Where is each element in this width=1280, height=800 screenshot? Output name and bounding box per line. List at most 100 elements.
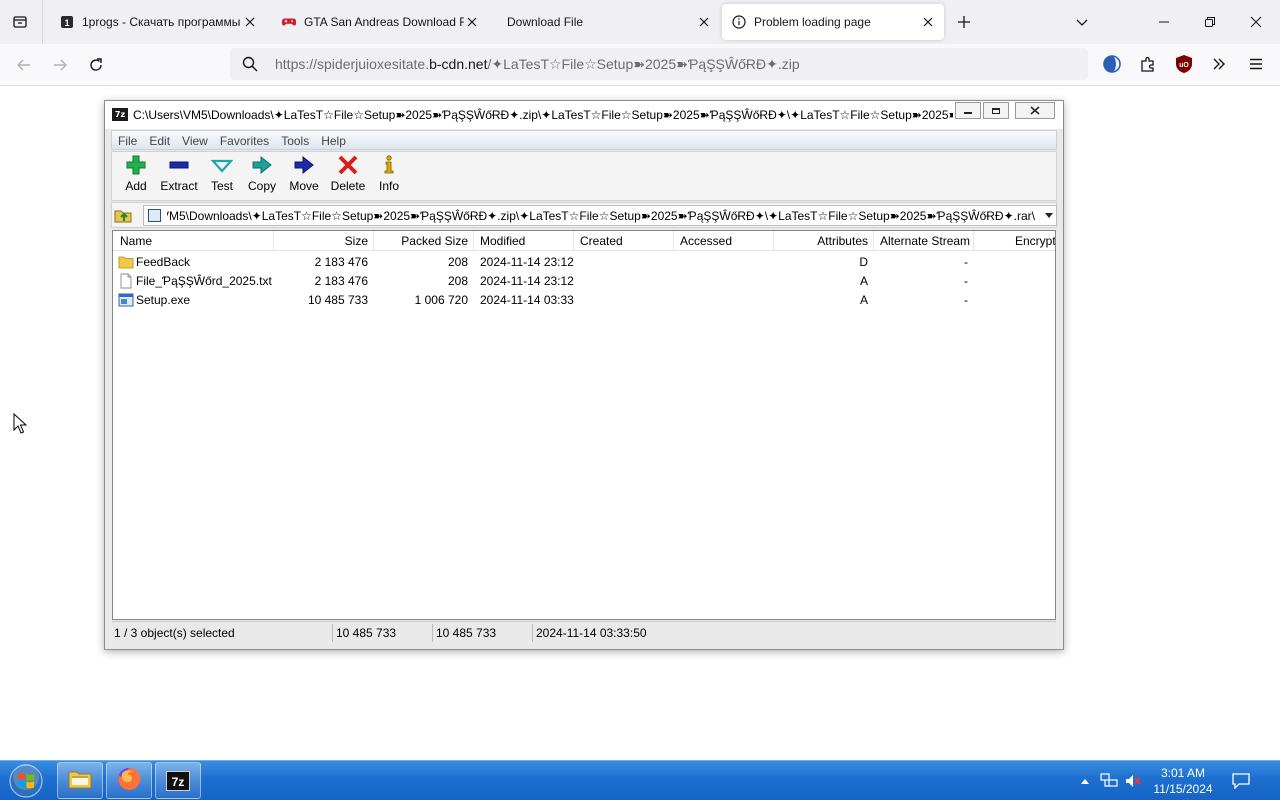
- delete-x-icon: [336, 154, 360, 176]
- url-prefix: https://spiderjuioxesitate.: [275, 56, 430, 72]
- status-modified: 2024-11-14 03:33:50: [536, 626, 647, 640]
- cell-alternate-stream: -: [964, 255, 968, 269]
- gamepad-favicon: [282, 15, 296, 29]
- extensions-puzzle-icon[interactable]: [1134, 50, 1162, 78]
- add-button[interactable]: Add: [118, 154, 154, 200]
- back-arrow-icon[interactable]: [9, 50, 39, 80]
- 7zip-window: 7z C:\Users\VM5\Downloads\✦LaTesT☆File☆S…: [104, 100, 1064, 650]
- menu-bar: File Edit View Favorites Tools Help: [111, 130, 1057, 150]
- close-icon[interactable]: [920, 14, 936, 30]
- menu-view[interactable]: View: [176, 131, 214, 148]
- action-center-icon[interactable]: [1232, 772, 1250, 790]
- column-divider[interactable]: [873, 231, 874, 250]
- status-selected: 1 / 3 object(s) selected: [114, 626, 235, 640]
- path-combobox[interactable]: C:\Users\VM5\Downloads\✦LaTesT☆File☆Setu…: [143, 205, 1057, 226]
- minimize-button[interactable]: [955, 102, 981, 119]
- column-accessed[interactable]: Accessed: [680, 234, 732, 248]
- add-plus-icon: [124, 154, 148, 176]
- close-button[interactable]: [1015, 102, 1055, 119]
- copy-label: Copy: [247, 179, 276, 193]
- table-row[interactable]: FeedBack 2 183 476 208 2024-11-14 23:12 …: [113, 253, 1055, 272]
- hamburger-menu-icon[interactable]: [1242, 50, 1270, 78]
- test-check-icon: [210, 154, 234, 176]
- table-row[interactable]: File_ƤąŞŞŴőrd_2025.txt 2 183 476 208 202…: [113, 272, 1055, 291]
- cell-size: 10 485 733: [307, 293, 368, 307]
- overflow-chevrons-icon[interactable]: [1205, 50, 1233, 78]
- firefox-icon: [116, 766, 142, 795]
- status-bar: 1 / 3 object(s) selected 10 485 733 10 4…: [112, 621, 1056, 643]
- ublock-origin-icon[interactable]: uO: [1170, 50, 1198, 78]
- column-divider[interactable]: [973, 231, 974, 250]
- close-icon[interactable]: [696, 14, 712, 30]
- column-size[interactable]: Size: [273, 234, 368, 248]
- minimize-icon[interactable]: [1148, 6, 1180, 38]
- column-alternate-stream[interactable]: Alternate Stream: [880, 234, 970, 248]
- taskbar-7zip[interactable]: 7z: [155, 762, 201, 799]
- dropdown-arrow-icon[interactable]: [1045, 213, 1053, 218]
- move-button[interactable]: Move: [286, 154, 322, 200]
- column-packed-size[interactable]: Packed Size: [373, 234, 468, 248]
- tab-problem-loading[interactable]: Problem loading page: [722, 4, 944, 40]
- extract-button[interactable]: Extract: [156, 154, 202, 200]
- menu-favorites[interactable]: Favorites: [214, 131, 275, 148]
- cell-size: 2 183 476: [314, 274, 368, 288]
- reload-icon[interactable]: [81, 50, 111, 80]
- network-icon[interactable]: [1100, 772, 1118, 790]
- column-name[interactable]: Name: [120, 234, 152, 248]
- chevron-down-icon[interactable]: [1066, 6, 1098, 38]
- close-icon[interactable]: [464, 14, 480, 30]
- status-divider: [332, 624, 333, 642]
- cell-name: Setup.exe: [136, 293, 191, 307]
- menu-tools[interactable]: Tools: [275, 131, 315, 148]
- new-tab-icon[interactable]: [948, 6, 980, 38]
- table-row[interactable]: Setup.exe 10 485 733 1 006 720 2024-11-1…: [113, 291, 1055, 310]
- tab-separator: [42, 0, 43, 44]
- tab-title: Download File: [507, 15, 584, 29]
- column-divider[interactable]: [673, 231, 674, 250]
- menu-edit[interactable]: Edit: [143, 131, 176, 148]
- maximize-button[interactable]: [983, 102, 1009, 119]
- column-encrypted[interactable]: Encrypt: [1015, 234, 1055, 248]
- test-button[interactable]: Test: [204, 154, 240, 200]
- cell-attributes: D: [859, 255, 868, 269]
- menu-help[interactable]: Help: [315, 131, 352, 148]
- path-value: C:\Users\VM5\Downloads\✦LaTesT☆File☆Setu…: [167, 209, 1035, 223]
- extract-minus-icon: [167, 154, 191, 176]
- start-button[interactable]: [5, 763, 47, 799]
- cell-packed-size: 1 006 720: [414, 293, 468, 307]
- close-window-icon[interactable]: [1240, 6, 1272, 38]
- info-button[interactable]: Info: [374, 154, 404, 200]
- window-title: C:\Users\VM5\Downloads\✦LaTesT☆File☆Setu…: [133, 108, 953, 122]
- delete-button[interactable]: Delete: [326, 154, 370, 200]
- close-icon[interactable]: [242, 14, 258, 30]
- taskbar-firefox[interactable]: [106, 762, 152, 799]
- column-divider[interactable]: [473, 231, 474, 250]
- restore-icon[interactable]: [1194, 6, 1226, 38]
- firefox-view-icon[interactable]: [4, 6, 36, 38]
- taskbar-file-explorer[interactable]: [57, 762, 103, 799]
- system-clock[interactable]: 3:01 AM 11/15/2024: [1148, 765, 1218, 797]
- column-created[interactable]: Created: [580, 234, 623, 248]
- 7zip-icon: 7z: [166, 770, 190, 791]
- menu-file[interactable]: File: [112, 131, 143, 148]
- tab-1progs[interactable]: 1 1progs - Скачать программы для: [44, 4, 266, 40]
- column-modified[interactable]: Modified: [480, 234, 525, 248]
- tab-gta[interactable]: GTA San Andreas Download For P: [266, 4, 488, 40]
- column-attributes[interactable]: Attributes: [773, 234, 868, 248]
- forward-arrow-icon[interactable]: [45, 50, 75, 80]
- tray-overflow-arrow-icon[interactable]: [1076, 772, 1094, 790]
- cell-modified: 2024-11-14 23:12: [480, 255, 574, 269]
- column-divider[interactable]: [573, 231, 574, 250]
- copy-button[interactable]: Copy: [244, 154, 280, 200]
- folder-up-icon[interactable]: [114, 206, 134, 224]
- address-bar[interactable]: https://spiderjuioxesitate.b-cdn.net/✦La…: [230, 48, 1088, 80]
- exe-file-icon: [118, 292, 134, 308]
- url-text: https://spiderjuioxesitate.b-cdn.net/✦La…: [275, 56, 800, 73]
- archive-path-icon: [148, 209, 161, 222]
- tab-download-file[interactable]: Download File: [490, 4, 720, 40]
- containers-icon[interactable]: [1098, 50, 1126, 78]
- window-titlebar[interactable]: 7z C:\Users\VM5\Downloads\✦LaTesT☆File☆S…: [105, 101, 1063, 129]
- delete-label: Delete: [330, 179, 366, 193]
- volume-muted-icon[interactable]: [1124, 772, 1142, 790]
- text-file-icon: [118, 273, 134, 289]
